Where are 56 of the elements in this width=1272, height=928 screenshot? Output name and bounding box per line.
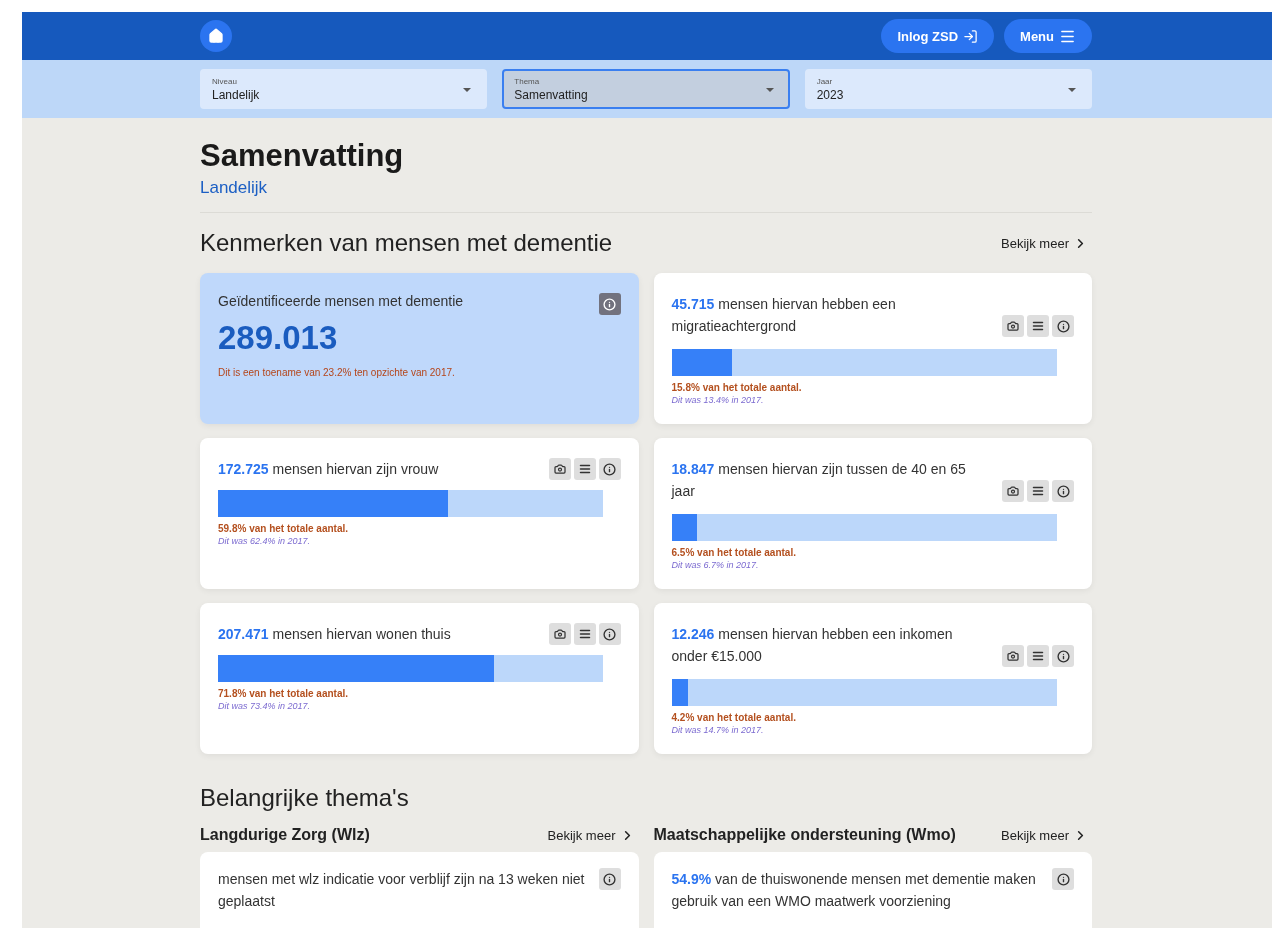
login-icon [963, 28, 979, 44]
camera-icon[interactable] [1002, 645, 1024, 667]
share-text: 15.8% van het totale aantal. [671, 382, 803, 393]
more-link[interactable]: Bekijk meer [1001, 827, 1088, 843]
page-subtitle: Landelijk [200, 178, 1092, 213]
change-note: Dit is een toename van 23.2% ten opzichte van 2017. [218, 367, 456, 378]
list-icon[interactable] [573, 623, 596, 645]
info-icon[interactable] [598, 623, 621, 645]
info-icon[interactable] [598, 868, 621, 890]
page-title: Samenvatting [200, 138, 405, 174]
previous-text: Dit was 13.4% in 2017. [671, 395, 765, 405]
caret-icon [1068, 88, 1076, 92]
more-link[interactable]: Bekijk meer [1001, 235, 1088, 251]
select-field[interactable]: Thema Samenvatting [502, 69, 790, 109]
login-button[interactable]: Inlog ZSD [881, 19, 995, 53]
previous-text: Dit was 73.4% in 2017. [218, 701, 312, 711]
camera-icon[interactable] [548, 458, 571, 480]
share-text: 71.8% van het totale aantal. [218, 688, 350, 699]
theme-title: Langdurige Zorg (Wlz) [200, 826, 370, 844]
share-text: 4.2% van het totale aantal. [671, 712, 797, 723]
menu-button[interactable]: Menu [1004, 19, 1092, 53]
camera-icon[interactable] [548, 623, 571, 645]
info-icon[interactable] [1052, 315, 1074, 337]
share-text: 59.8% van het totale aantal. [218, 523, 350, 534]
theme-text: mensen met wlz indicatie voor verblijf zijn na 13 weken niet geplaatst [218, 870, 586, 911]
section-title: Kenmerken van mensen met dementie [200, 229, 613, 257]
theme-text: 54.9% van de thuiswonende mensen met dementie maken gebruik van een WMO maatwerk voorziening [671, 870, 1037, 911]
share-text: 6.5% van het totale aantal. [671, 547, 797, 558]
info-icon[interactable] [1052, 645, 1074, 667]
previous-text: Dit was 6.7% in 2017. [671, 560, 760, 570]
previous-text: Dit was 62.4% in 2017. [218, 536, 312, 546]
info-icon[interactable] [598, 458, 621, 480]
previous-text: Dit was 14.7% in 2017. [671, 725, 765, 735]
select-field[interactable]: Jaar 2023 [804, 69, 1092, 109]
list-icon[interactable] [573, 458, 596, 480]
home-icon[interactable] [200, 20, 232, 52]
select-field[interactable]: Niveau Landelijk [200, 69, 488, 109]
section-title: Belangrijke thema's [200, 784, 410, 812]
camera-icon[interactable] [1002, 480, 1024, 502]
list-icon[interactable] [1027, 480, 1049, 502]
big-number: 289.013 [218, 319, 339, 357]
info-icon[interactable] [1052, 480, 1074, 502]
card-title: Geïdentificeerde mensen met dementie [218, 293, 464, 311]
theme-title: Maatschappelijke ondersteuning (Wmo) [653, 826, 956, 844]
stat-text: 172.725 mensen hiervan zijn vrouw [218, 460, 440, 479]
list-icon[interactable] [1027, 315, 1049, 337]
caret-icon [463, 88, 472, 92]
camera-icon[interactable] [1002, 315, 1024, 337]
stat-text: 45.715 mensen hiervan hebben een migratieachtergrond [671, 295, 897, 336]
stat-text: 207.471 mensen hiervan wonen thuis [218, 625, 452, 644]
more-link[interactable]: Bekijk meer [547, 827, 635, 843]
info-icon[interactable] [1052, 868, 1074, 890]
caret-icon [765, 88, 774, 92]
stat-text: 12.246 mensen hiervan hebben een inkomen onder €15.000 [671, 625, 954, 666]
stat-text: 18.847 mensen hiervan zijn tussen de 40 en 65 jaar [671, 460, 967, 501]
list-icon[interactable] [1027, 645, 1049, 667]
